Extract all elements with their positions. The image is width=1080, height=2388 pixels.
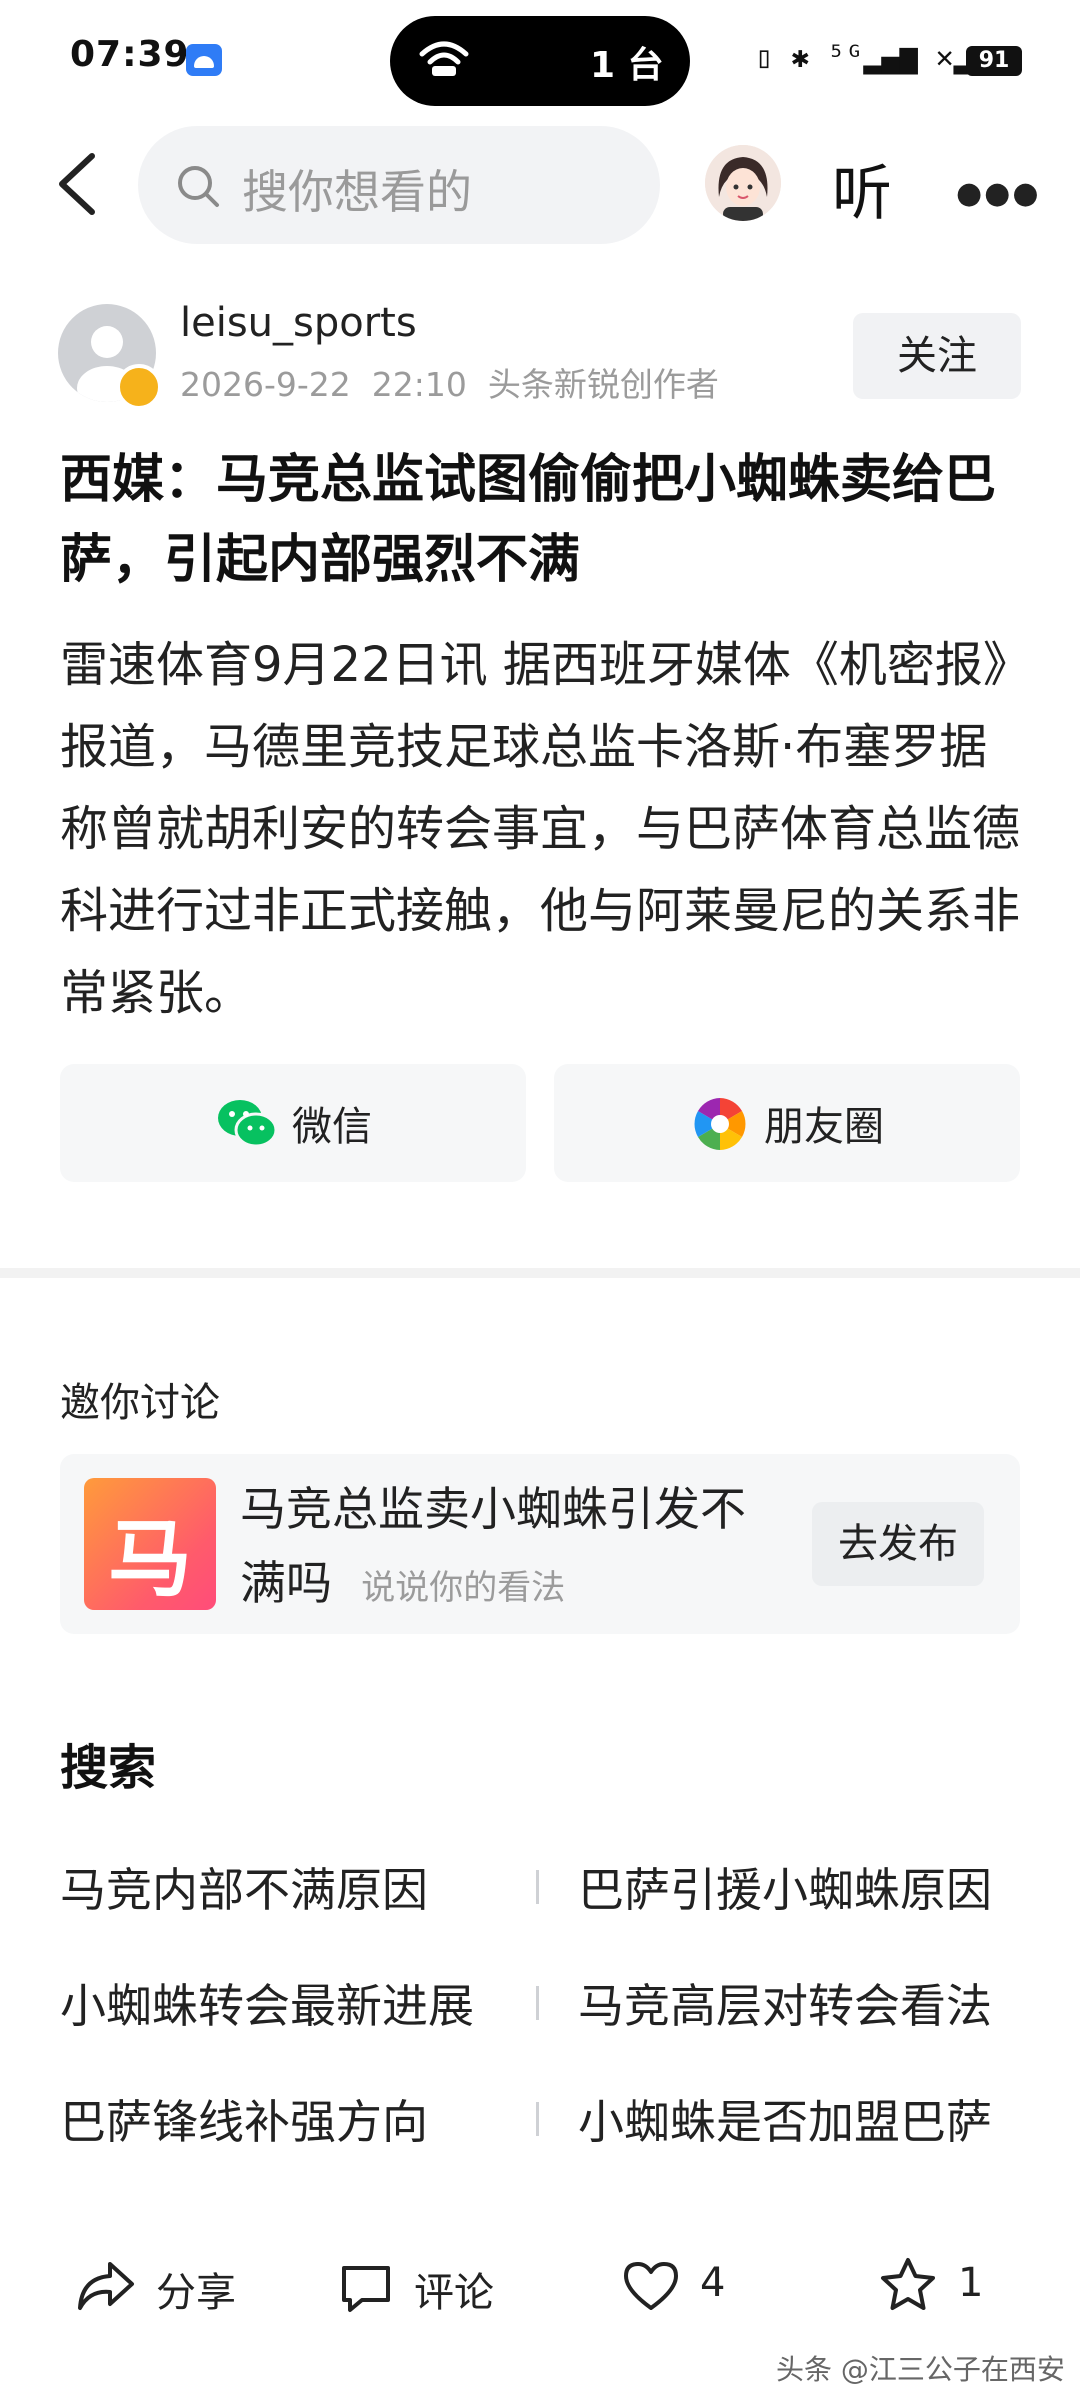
battery-indicator: 91 (966, 46, 1022, 76)
search-placeholder: 搜你想看的 (242, 165, 472, 219)
suggestion-separator (536, 1986, 539, 2020)
search-suggestion[interactable]: 马竞内部不满原因 (60, 1854, 428, 1920)
watermark: 头条 @江三公子在西安 (776, 2353, 1065, 2386)
share-label[interactable]: 分享 (156, 2260, 236, 2318)
wechat-label: 微信 (292, 1104, 372, 1150)
hotspot-icon (419, 41, 469, 76)
publish-date: 2026-9-22 (180, 365, 351, 404)
article-title: 西媒：马竞总监试图偷偷把小蜘蛛卖给巴萨，引起内部强烈不满 (60, 450, 997, 590)
discussion-section-title: 邀你讨论 (60, 1380, 220, 1426)
app-notification-icon (186, 44, 222, 76)
comment-label[interactable]: 评论 (414, 2260, 494, 2318)
favorite-star-icon[interactable] (878, 2256, 938, 2314)
suggestion-separator (536, 1870, 539, 1904)
like-heart-icon[interactable] (622, 2260, 680, 2314)
search-section-title: 搜索 (60, 1740, 157, 1796)
status-bar: 07:39 1 台 ▯ ✱ ⁵ᴳ▂▄▆ ✕▂▄▆ 91 (0, 0, 1080, 120)
author-tag: 头条新锐创作者 (487, 365, 719, 404)
share-moments-button[interactable]: 朋友圈 (554, 1064, 1020, 1182)
topic-image: 马 (84, 1478, 216, 1610)
search-suggestion[interactable]: 巴萨锋线补强方向 (60, 2086, 428, 2152)
moments-icon (694, 1098, 746, 1150)
search-icon (178, 166, 219, 207)
share-icon[interactable] (76, 2258, 136, 2314)
listen-button[interactable]: 听 (832, 145, 892, 232)
user-avatar[interactable] (705, 145, 781, 221)
wechat-icon (218, 1100, 278, 1148)
moments-label: 朋友圈 (764, 1104, 884, 1150)
topic-title-block[interactable]: 马竞总监卖小蜘蛛引发不满吗 说说你的看法 (240, 1472, 780, 1625)
author-name[interactable]: leisu_sports (180, 300, 417, 346)
search-bar[interactable]: 搜你想看的 (138, 126, 660, 244)
search-suggestion[interactable]: 巴萨引援小蜘蛛原因 (578, 1854, 992, 1920)
cast-device-count: 1 台 (590, 45, 664, 86)
topic-hint: 说说你的看法 (361, 1568, 566, 1608)
back-arrow-icon[interactable] (50, 148, 110, 220)
bottom-action-bar: 分享 评论 4 1 (0, 2240, 1080, 2340)
author-meta: 2026-9-22 22:10 头条新锐创作者 (180, 358, 719, 406)
comment-icon[interactable] (338, 2262, 394, 2316)
more-options-icon[interactable]: ●●● (956, 176, 1041, 211)
search-suggestion[interactable]: 小蜘蛛是否加盟巴萨 (578, 2086, 992, 2152)
publish-time: 22:10 (371, 365, 467, 404)
suggestion-separator (536, 2102, 539, 2136)
topic-image-char: 马 (108, 1510, 193, 1608)
post-button[interactable]: 去发布 (812, 1502, 984, 1586)
article-body: 雷速体育9月22日讯 据西班牙媒体《机密报》报道，马德里竞技足球总监卡洛斯·布塞… (60, 637, 1021, 1021)
follow-button[interactable]: 关注 (853, 313, 1021, 399)
avatar-girl-icon (705, 145, 781, 221)
like-count: 4 (700, 2260, 726, 2306)
section-divider (0, 1268, 1080, 1278)
search-suggestion[interactable]: 小蜘蛛转会最新进展 (60, 1970, 474, 2036)
creator-badge-icon (116, 364, 162, 410)
search-suggestion[interactable]: 马竞高层对转会看法 (578, 1970, 992, 2036)
share-wechat-button[interactable]: 微信 (60, 1064, 526, 1182)
favorite-count: 1 (958, 2260, 984, 2306)
status-time: 07:39 (70, 34, 190, 75)
